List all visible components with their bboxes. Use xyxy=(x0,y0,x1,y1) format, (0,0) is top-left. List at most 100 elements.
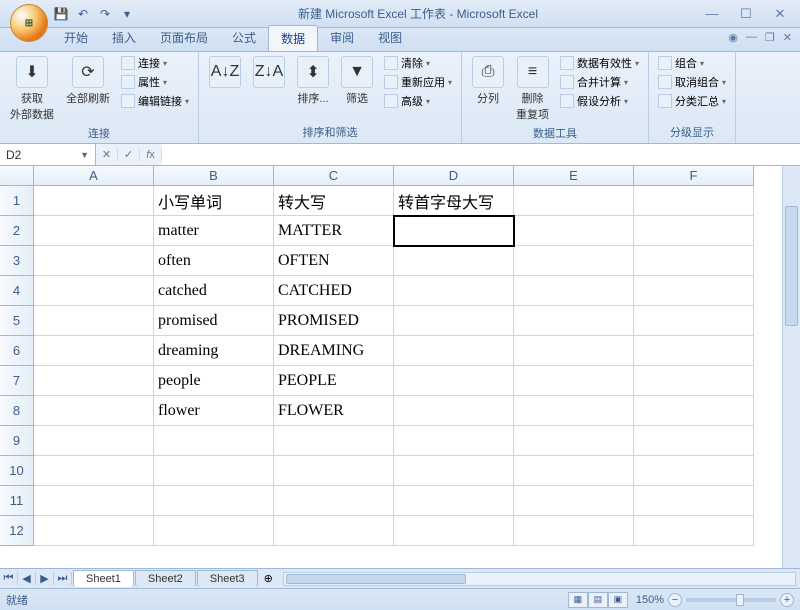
cell-E7[interactable] xyxy=(514,366,634,396)
sheet-nav-prev-icon[interactable]: ◀ xyxy=(18,572,36,585)
text-to-columns-button[interactable]: ⎙分列 xyxy=(468,54,508,108)
sort-desc-button[interactable]: Z↓A xyxy=(249,54,289,90)
cell-B8[interactable]: flower xyxy=(154,396,274,426)
row-header-2[interactable]: 2 xyxy=(0,216,34,246)
column-header-A[interactable]: A xyxy=(34,166,154,186)
cell-F8[interactable] xyxy=(634,396,754,426)
tab-开始[interactable]: 开始 xyxy=(52,25,100,51)
row-header-6[interactable]: 6 xyxy=(0,336,34,366)
cell-C7[interactable]: PEOPLE xyxy=(274,366,394,396)
cell-B2[interactable]: matter xyxy=(154,216,274,246)
help-icon[interactable]: ◉ xyxy=(728,31,738,44)
column-header-C[interactable]: C xyxy=(274,166,394,186)
sheet-nav-last-icon[interactable]: ⏭ xyxy=(54,572,72,585)
cell-A11[interactable] xyxy=(34,486,154,516)
minimize-ribbon-icon[interactable]: — xyxy=(746,31,757,44)
cell-E6[interactable] xyxy=(514,336,634,366)
cell-A1[interactable] xyxy=(34,186,154,216)
sort-asc-button[interactable]: A↓Z xyxy=(205,54,245,90)
cell-B11[interactable] xyxy=(154,486,274,516)
tab-页面布局[interactable]: 页面布局 xyxy=(148,25,220,51)
cell-D8[interactable] xyxy=(394,396,514,426)
remove-duplicates-button[interactable]: ≡删除 重复项 xyxy=(512,54,553,124)
edit-links-button[interactable]: 编辑链接 ▾ xyxy=(118,92,192,110)
cell-F7[interactable] xyxy=(634,366,754,396)
filter-button[interactable]: ▼筛选 xyxy=(337,54,377,108)
row-header-4[interactable]: 4 xyxy=(0,276,34,306)
properties-button[interactable]: 属性 ▾ xyxy=(118,73,192,91)
cell-B7[interactable]: people xyxy=(154,366,274,396)
name-box[interactable]: D2 ▼ xyxy=(0,144,96,165)
close-button[interactable]: ✕ xyxy=(768,6,792,22)
cell-D7[interactable] xyxy=(394,366,514,396)
cell-C11[interactable] xyxy=(274,486,394,516)
consolidate-button[interactable]: 合并计算 ▾ xyxy=(557,73,642,91)
row-header-5[interactable]: 5 xyxy=(0,306,34,336)
sheet-tab-Sheet2[interactable]: Sheet2 xyxy=(135,570,196,587)
cell-D12[interactable] xyxy=(394,516,514,546)
cell-E3[interactable] xyxy=(514,246,634,276)
cell-E12[interactable] xyxy=(514,516,634,546)
undo-icon[interactable]: ↶ xyxy=(74,5,92,23)
cell-F6[interactable] xyxy=(634,336,754,366)
cell-C12[interactable] xyxy=(274,516,394,546)
cell-C6[interactable]: DREAMING xyxy=(274,336,394,366)
get-external-button[interactable]: ⬇获取 外部数据 xyxy=(6,54,58,124)
cell-D3[interactable] xyxy=(394,246,514,276)
cell-C2[interactable]: MATTER xyxy=(274,216,394,246)
cell-A9[interactable] xyxy=(34,426,154,456)
subtotal-button[interactable]: 分类汇总 ▾ xyxy=(655,92,729,110)
cell-E2[interactable] xyxy=(514,216,634,246)
tab-数据[interactable]: 数据 xyxy=(268,25,318,51)
cell-D10[interactable] xyxy=(394,456,514,486)
data-validation-button[interactable]: 数据有效性 ▾ xyxy=(557,54,642,72)
cell-D11[interactable] xyxy=(394,486,514,516)
horizontal-scroll-thumb[interactable] xyxy=(286,574,466,584)
row-header-7[interactable]: 7 xyxy=(0,366,34,396)
cell-E8[interactable] xyxy=(514,396,634,426)
fx-icon[interactable]: fx xyxy=(140,149,162,161)
tab-视图[interactable]: 视图 xyxy=(366,25,414,51)
cell-B12[interactable] xyxy=(154,516,274,546)
cell-D9[interactable] xyxy=(394,426,514,456)
cell-F12[interactable] xyxy=(634,516,754,546)
column-header-E[interactable]: E xyxy=(514,166,634,186)
cell-F4[interactable] xyxy=(634,276,754,306)
cell-A12[interactable] xyxy=(34,516,154,546)
clear-button[interactable]: 清除 ▾ xyxy=(381,54,455,72)
column-header-B[interactable]: B xyxy=(154,166,274,186)
cell-F10[interactable] xyxy=(634,456,754,486)
new-sheet-icon[interactable]: ⊕ xyxy=(258,570,279,587)
cell-A7[interactable] xyxy=(34,366,154,396)
row-header-10[interactable]: 10 xyxy=(0,456,34,486)
cell-A2[interactable] xyxy=(34,216,154,246)
sheet-nav-next-icon[interactable]: ▶ xyxy=(36,572,54,585)
advanced-button[interactable]: 高级 ▾ xyxy=(381,92,455,110)
tab-插入[interactable]: 插入 xyxy=(100,25,148,51)
cell-B3[interactable]: often xyxy=(154,246,274,276)
column-header-F[interactable]: F xyxy=(634,166,754,186)
cell-F3[interactable] xyxy=(634,246,754,276)
sheet-tab-Sheet1[interactable]: Sheet1 xyxy=(73,570,134,587)
name-box-dropdown-icon[interactable]: ▼ xyxy=(80,150,89,160)
ungroup-button[interactable]: 取消组合 ▾ xyxy=(655,73,729,91)
row-header-8[interactable]: 8 xyxy=(0,396,34,426)
cell-C10[interactable] xyxy=(274,456,394,486)
refresh-all-button[interactable]: ⟳全部刷新 xyxy=(62,54,114,108)
cell-F5[interactable] xyxy=(634,306,754,336)
cell-C9[interactable] xyxy=(274,426,394,456)
cell-F1[interactable] xyxy=(634,186,754,216)
cell-B4[interactable]: catched xyxy=(154,276,274,306)
cell-A6[interactable] xyxy=(34,336,154,366)
cell-D5[interactable] xyxy=(394,306,514,336)
cell-F2[interactable] xyxy=(634,216,754,246)
reapply-button[interactable]: 重新应用 ▾ xyxy=(381,73,455,91)
cell-D4[interactable] xyxy=(394,276,514,306)
select-all-button[interactable] xyxy=(0,166,34,186)
row-header-9[interactable]: 9 xyxy=(0,426,34,456)
office-button[interactable]: ⊞ xyxy=(10,4,48,42)
column-header-D[interactable]: D xyxy=(394,166,514,186)
cell-D2[interactable] xyxy=(394,216,514,246)
cancel-formula-icon[interactable]: ✕ xyxy=(96,148,118,161)
sheet-nav-first-icon[interactable]: ⏮ xyxy=(0,572,18,585)
